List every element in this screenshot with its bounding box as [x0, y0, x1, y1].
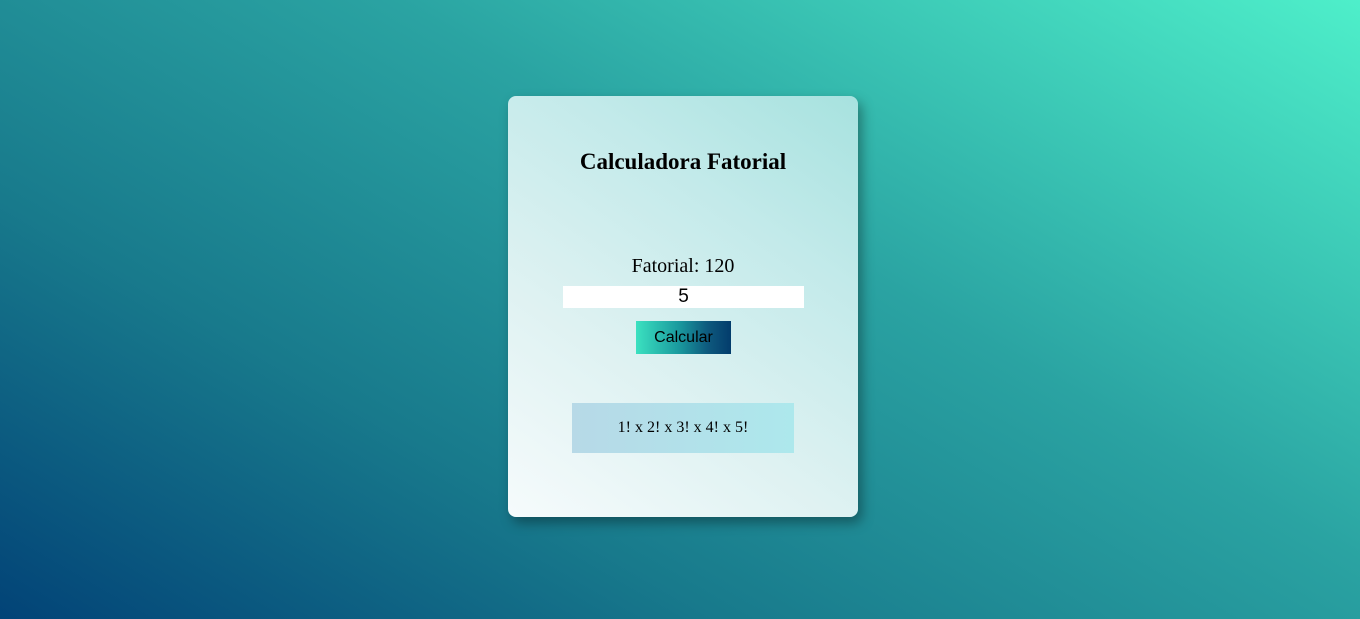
- factorial-result-label: Fatorial: 120: [631, 255, 735, 277]
- calculator-card: Calculadora Fatorial Fatorial: 120 Calcu…: [508, 96, 858, 517]
- page-title: Calculadora Fatorial: [579, 149, 787, 174]
- calculate-button[interactable]: Calcular: [636, 321, 731, 354]
- factorial-expansion-box: 1! x 2! x 3! x 4! x 5!: [572, 403, 794, 453]
- number-input[interactable]: [563, 286, 804, 308]
- factorial-expansion-text: 1! x 2! x 3! x 4! x 5!: [617, 419, 749, 436]
